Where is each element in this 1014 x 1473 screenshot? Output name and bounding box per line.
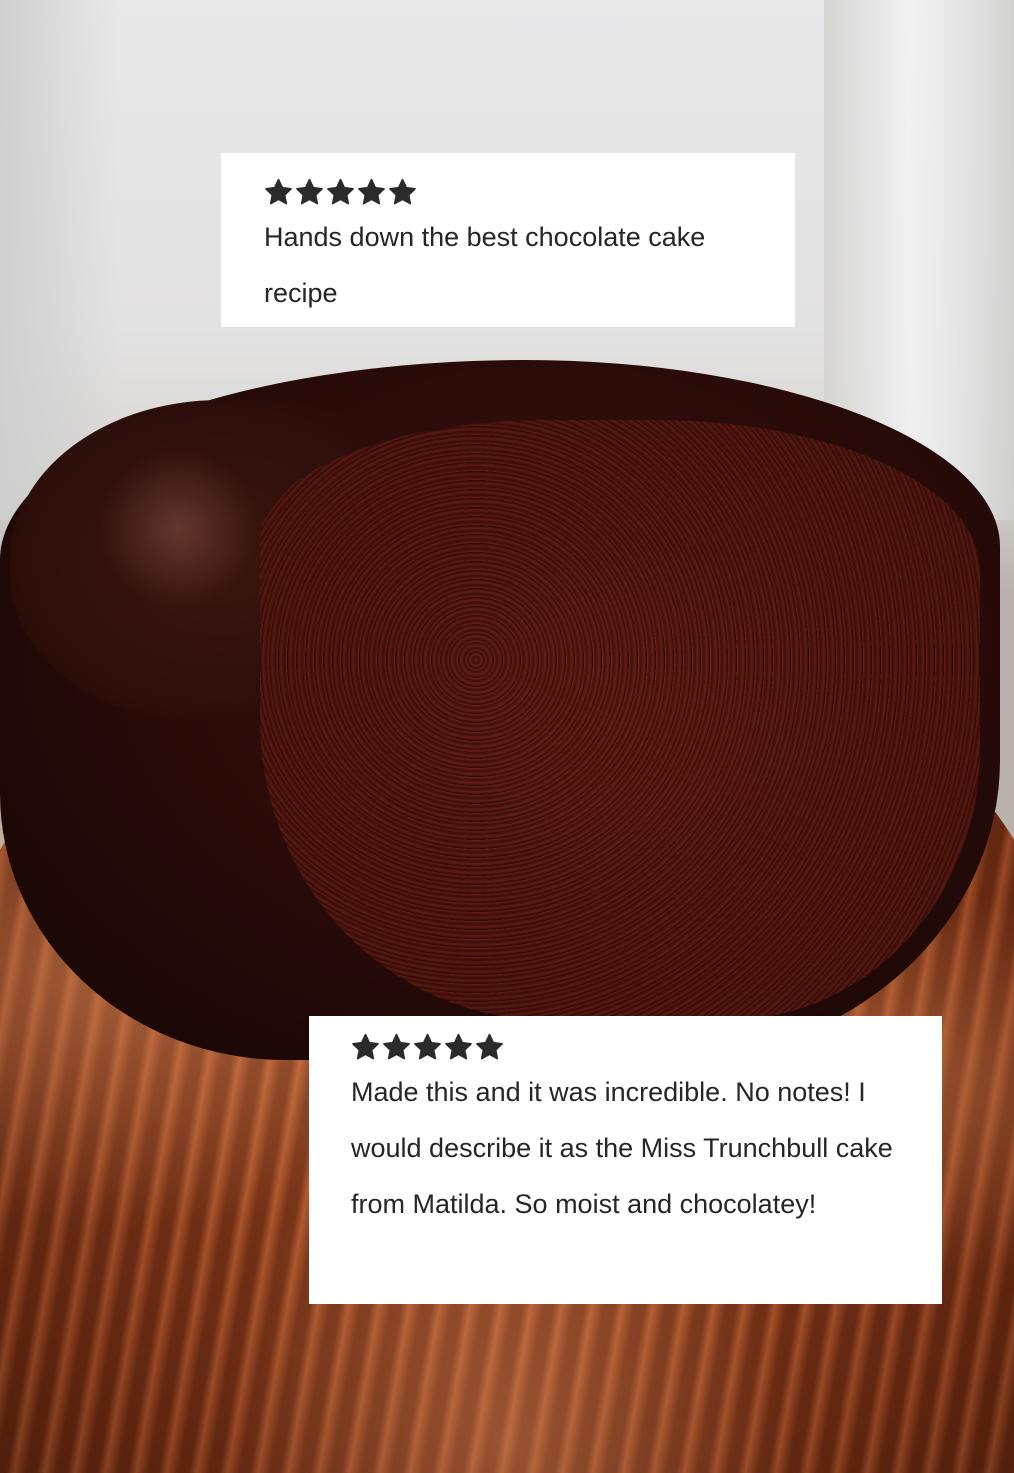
cupcake-crumb-interior	[260, 420, 980, 1020]
star-icon	[352, 1033, 379, 1059]
review-card-1: Hands down the best chocolate cake recip…	[221, 153, 795, 327]
star-icon	[476, 1033, 503, 1059]
star-rating	[351, 1030, 928, 1064]
star-icon	[389, 178, 416, 204]
star-icon	[296, 178, 323, 204]
star-rating	[264, 175, 775, 209]
star-icon	[265, 178, 292, 204]
star-icon	[383, 1033, 410, 1059]
star-icon	[414, 1033, 441, 1059]
star-icon	[327, 178, 354, 204]
review-text: Made this and it was incredible. No note…	[351, 1077, 893, 1219]
review-card-2: Made this and it was incredible. No note…	[309, 1016, 942, 1304]
review-text: Hands down the best chocolate cake recip…	[264, 222, 706, 308]
star-icon	[445, 1033, 472, 1059]
star-icon	[358, 178, 385, 204]
